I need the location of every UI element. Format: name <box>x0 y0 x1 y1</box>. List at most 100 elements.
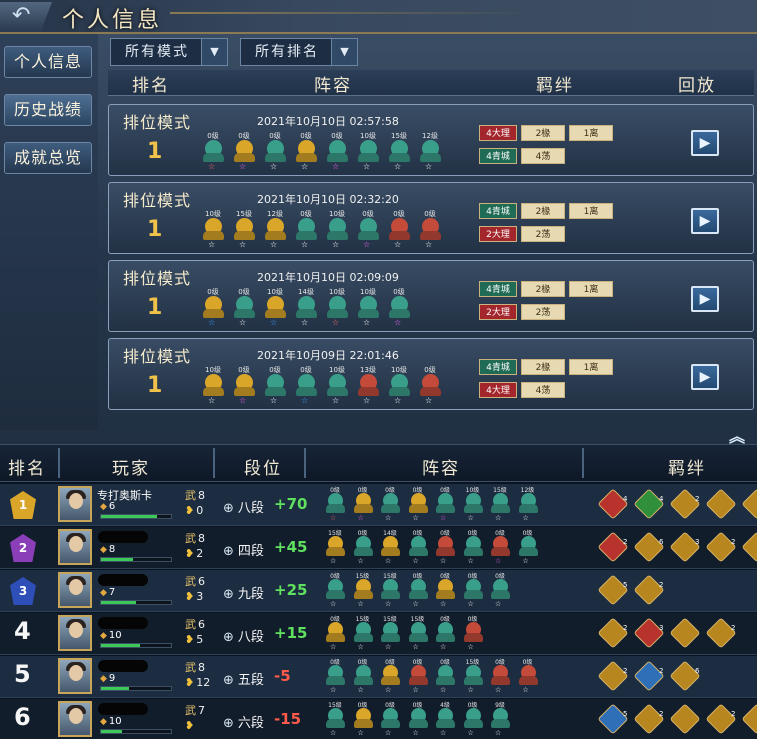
hero-unit[interactable]: 15级 ☆ <box>230 209 258 253</box>
synergy-icon[interactable]: 3 <box>669 531 701 563</box>
hero-unit[interactable]: 0级 ☆ <box>230 287 258 331</box>
synergy-icon[interactable]: 2 <box>597 617 629 649</box>
replay-button[interactable]: ▶ <box>691 286 719 312</box>
player-row[interactable]: 2882四段+4515级☆0级☆14级☆0级☆0级☆0级☆0级☆0级☆2632 <box>0 527 757 569</box>
bond-tag[interactable]: 2椽 <box>521 359 565 375</box>
hero-unit[interactable]: 0级 ☆ <box>377 485 403 525</box>
hero-unit[interactable]: 0级 ☆ <box>350 700 376 739</box>
mode-filter-dropdown[interactable]: 所有模式 ▼ <box>110 38 228 66</box>
hero-unit[interactable]: 10级 ☆ <box>354 131 382 175</box>
hero-unit[interactable]: 0级 ☆ <box>385 209 413 253</box>
hero-unit[interactable]: 0级 ☆ <box>322 485 348 525</box>
hero-unit[interactable]: 10级 ☆ <box>354 287 382 331</box>
synergy-icon[interactable]: 5 <box>597 574 629 606</box>
match-history-card[interactable]: 排位模式 1 2021年10月10日 02:57:58 0级 ☆ 0级 ☆ 0级 ☆ 0级 ☆ 0级 ☆… <box>108 104 754 176</box>
synergy-icon[interactable] <box>741 531 757 563</box>
hero-unit[interactable]: 14级 ☆ <box>292 287 320 331</box>
synergy-icon[interactable]: 2 <box>633 574 665 606</box>
hero-unit[interactable]: 0级 ☆ <box>405 700 431 739</box>
synergy-icon[interactable]: 4 <box>597 488 629 520</box>
replay-button[interactable]: ▶ <box>691 130 719 156</box>
hero-unit[interactable]: 0级 ☆ <box>322 571 348 611</box>
bond-tag[interactable]: 2大理 <box>479 226 517 242</box>
hero-unit[interactable]: 0级 ☆ <box>432 614 458 654</box>
hero-unit[interactable]: 15级 ☆ <box>377 571 403 611</box>
sidebar-item-history[interactable]: 历史战绩 <box>4 94 92 126</box>
synergy-icon[interactable]: 2 <box>669 488 701 520</box>
bond-tag[interactable]: 4大理 <box>479 125 517 141</box>
hero-unit[interactable]: 0级 ☆ <box>292 209 320 253</box>
hero-unit[interactable]: 10级 ☆ <box>199 209 227 253</box>
synergy-icon[interactable]: 2 <box>705 531 737 563</box>
bond-tag[interactable]: 2大理 <box>479 304 517 320</box>
bond-tag[interactable]: 4大理 <box>479 382 517 398</box>
synergy-icon[interactable]: 6 <box>669 660 701 692</box>
bond-tag[interactable]: 1离 <box>569 203 613 219</box>
hero-unit[interactable]: 0级 ☆ <box>460 700 486 739</box>
bond-tag[interactable]: 4青城 <box>479 281 517 297</box>
replay-button[interactable]: ▶ <box>691 364 719 390</box>
hero-unit[interactable]: 0级 ☆ <box>460 571 486 611</box>
synergy-icon[interactable]: 4 <box>633 488 665 520</box>
player-row[interactable]: 59812五段-50级☆0级☆0级☆0级☆0级☆15级☆0级☆0级☆226 <box>0 656 757 698</box>
player-row[interactable]: 1专打奥斯卡680八段+700级☆0级☆0级☆0级☆0级☆10级☆15级☆12级… <box>0 484 757 526</box>
hero-unit[interactable]: 0级 ☆ <box>292 131 320 175</box>
hero-unit[interactable]: 0级 ☆ <box>377 700 403 739</box>
hero-unit[interactable]: 10级 ☆ <box>261 287 289 331</box>
hero-unit[interactable]: 0级 ☆ <box>405 657 431 697</box>
avatar[interactable] <box>58 486 92 522</box>
hero-unit[interactable]: 0级 ☆ <box>515 657 541 697</box>
player-row[interactable]: 3763九段+250级☆15级☆15级☆0级☆0级☆0级☆0级☆52 <box>0 570 757 612</box>
synergy-icon[interactable]: 2 <box>705 703 737 735</box>
avatar[interactable] <box>58 701 92 737</box>
hero-unit[interactable]: 0级 ☆ <box>416 209 444 253</box>
hero-unit[interactable]: 15级 ☆ <box>350 571 376 611</box>
bond-tag[interactable]: 4青城 <box>479 148 517 164</box>
hero-unit[interactable]: 0级 ☆ <box>292 365 320 409</box>
bond-tag[interactable]: 1离 <box>569 359 613 375</box>
player-row[interactable]: 41065八段+150级☆15级☆15级☆15级☆0级☆0级☆232 <box>0 613 757 655</box>
hero-unit[interactable]: 0级 ☆ <box>405 571 431 611</box>
hero-unit[interactable]: 15级 ☆ <box>350 614 376 654</box>
synergy-icon[interactable]: 2 <box>705 617 737 649</box>
hero-unit[interactable]: 0级 ☆ <box>405 528 431 568</box>
hero-unit[interactable]: 10级 ☆ <box>323 287 351 331</box>
hero-unit[interactable]: 12级 ☆ <box>416 131 444 175</box>
hero-unit[interactable]: 0级 ☆ <box>230 131 258 175</box>
match-history-card[interactable]: 排位模式 1 2021年10月10日 02:09:09 0级 ☆ 0级 ☆ 10级 ☆ 14级 ☆ 1… <box>108 260 754 332</box>
synergy-icon[interactable] <box>669 617 701 649</box>
hero-unit[interactable]: 15级 ☆ <box>405 614 431 654</box>
rank-filter-dropdown[interactable]: 所有排名 ▼ <box>240 38 358 66</box>
hero-unit[interactable]: 15级 ☆ <box>460 657 486 697</box>
hero-unit[interactable]: 4级 ☆ <box>432 700 458 739</box>
synergy-icon[interactable] <box>669 703 701 735</box>
synergy-icon[interactable]: 2 <box>597 660 629 692</box>
hero-unit[interactable]: 0级 ☆ <box>432 485 458 525</box>
sidebar-item-achievements[interactable]: 成就总览 <box>4 142 92 174</box>
hero-unit[interactable]: 0级 ☆ <box>487 657 513 697</box>
synergy-icon[interactable]: 2 <box>597 531 629 563</box>
bond-tag[interactable]: 4青城 <box>479 359 517 375</box>
hero-unit[interactable]: 0级 ☆ <box>432 571 458 611</box>
hero-unit[interactable]: 12级 ☆ <box>261 209 289 253</box>
hero-unit[interactable]: 10级 ☆ <box>385 365 413 409</box>
hero-unit[interactable]: 13级 ☆ <box>354 365 382 409</box>
bond-tag[interactable]: 2椽 <box>521 125 565 141</box>
bond-tag[interactable]: 2椽 <box>521 203 565 219</box>
avatar[interactable] <box>58 615 92 651</box>
bond-tag[interactable]: 2荡 <box>521 226 565 242</box>
bond-tag[interactable]: 2椽 <box>521 281 565 297</box>
hero-unit[interactable]: 0级 ☆ <box>432 528 458 568</box>
hero-unit[interactable]: 10级 ☆ <box>323 365 351 409</box>
hero-unit[interactable]: 0级 ☆ <box>416 365 444 409</box>
hero-unit[interactable]: 0级 ☆ <box>323 131 351 175</box>
hero-unit[interactable]: 14级 ☆ <box>377 528 403 568</box>
synergy-icon[interactable] <box>705 488 737 520</box>
synergy-icon[interactable] <box>741 488 757 520</box>
hero-unit[interactable]: 0级 ☆ <box>350 528 376 568</box>
back-button[interactable]: ↶ <box>0 2 52 32</box>
synergy-icon[interactable] <box>741 703 757 735</box>
sidebar-item-profile[interactable]: 个人信息 <box>4 46 92 78</box>
hero-unit[interactable]: 0级 ☆ <box>322 614 348 654</box>
match-history-card[interactable]: 排位模式 1 2021年10月09日 22:01:46 10级 ☆ 0级 ☆ 0级 ☆ 0级 ☆ 10… <box>108 338 754 410</box>
